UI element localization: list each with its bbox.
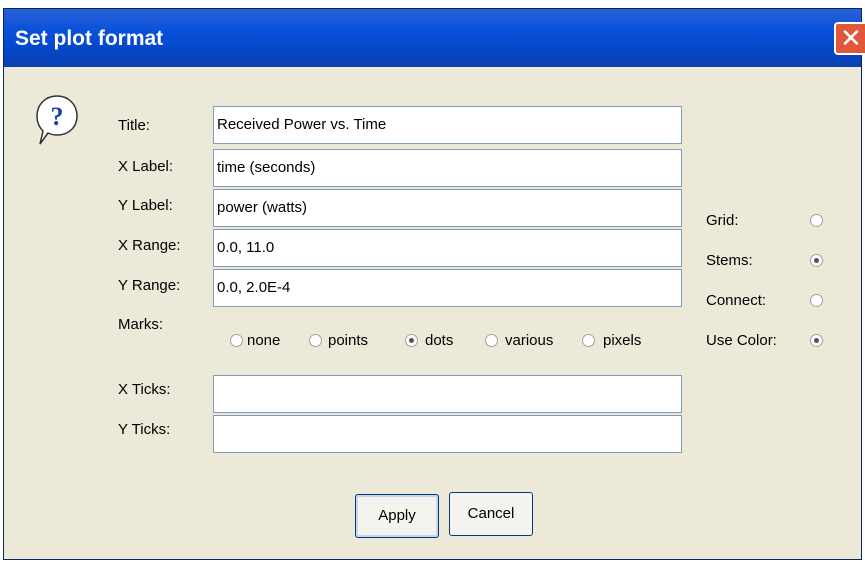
cancel-button[interactable]: Cancel <box>449 492 533 536</box>
title-label: Title: <box>118 117 150 134</box>
title-bar[interactable]: Set plot format ✕ <box>4 9 865 67</box>
dialog-title: Set plot format <box>15 27 164 50</box>
stems-radio[interactable] <box>810 254 823 267</box>
marks-option-points: points <box>328 332 369 349</box>
svg-text:?: ? <box>51 102 64 131</box>
marks-option-dots: dots <box>425 332 454 349</box>
dialog-window: Set plot format ✕ ? Title: X Label: Y La… <box>3 8 865 560</box>
marks-radio-dots[interactable] <box>405 334 418 347</box>
ylabel-label: Y Label: <box>118 197 173 214</box>
marks-label: Marks: <box>118 316 163 333</box>
question-icon: ? <box>36 95 78 145</box>
xticks-label: X Ticks: <box>118 381 171 398</box>
xrange-field[interactable]: 0.0, 11.0 <box>213 229 682 267</box>
marks-radio-pixels[interactable] <box>582 334 595 347</box>
xticks-field[interactable] <box>213 375 682 413</box>
grid-radio[interactable] <box>810 214 823 227</box>
close-button[interactable]: ✕ <box>834 22 865 55</box>
marks-radio-none[interactable] <box>230 334 243 347</box>
xrange-label: X Range: <box>118 237 181 254</box>
yticks-field[interactable] <box>213 415 682 453</box>
use-color-radio[interactable] <box>810 334 823 347</box>
yticks-label: Y Ticks: <box>118 421 171 438</box>
marks-option-pixels: pixels <box>603 332 642 349</box>
grid-label: Grid: <box>706 212 739 229</box>
marks-radio-various[interactable] <box>485 334 498 347</box>
connect-label: Connect: <box>706 292 767 309</box>
marks-radio-points[interactable] <box>309 334 322 347</box>
apply-button[interactable]: Apply <box>355 494 439 538</box>
xlabel-label: X Label: <box>118 158 174 175</box>
marks-option-none: none <box>247 332 281 349</box>
ylabel-field[interactable]: power (watts) <box>213 189 682 227</box>
connect-radio[interactable] <box>810 294 823 307</box>
close-icon: ✕ <box>840 24 862 54</box>
title-field[interactable]: Received Power vs. Time <box>213 106 682 144</box>
stems-label: Stems: <box>706 252 753 269</box>
yrange-field[interactable]: 0.0, 2.0E-4 <box>213 269 682 307</box>
yrange-label: Y Range: <box>118 277 181 294</box>
xlabel-field[interactable]: time (seconds) <box>213 149 682 187</box>
use-color-label: Use Color: <box>706 332 777 349</box>
marks-option-various: various <box>505 332 554 349</box>
